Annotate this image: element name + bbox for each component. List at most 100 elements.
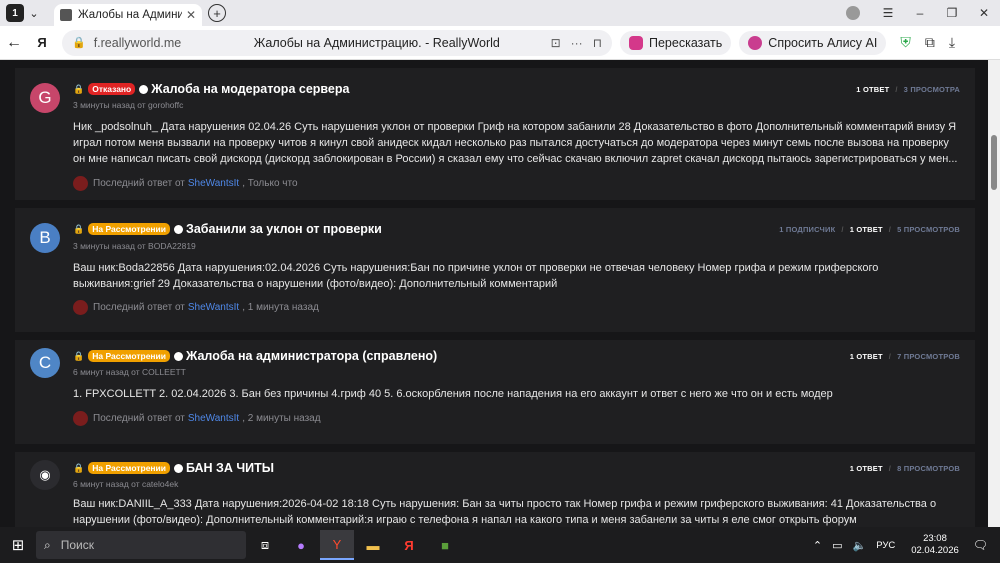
topic-excerpt: Ваш ник:DANIIL_A_333 Дата нарушения:2026…: [73, 498, 937, 526]
search-icon: ⌕: [44, 537, 51, 552]
maximize-icon[interactable]: ❐: [936, 6, 968, 20]
topic-meta: 3 минуты назад от gorohoffc: [73, 100, 184, 110]
search-placeholder: Поиск: [60, 538, 94, 552]
user-avatar[interactable]: [73, 176, 88, 191]
back-arrow-icon[interactable]: ←: [0, 34, 28, 52]
lock-icon[interactable]: 🔒: [72, 36, 86, 49]
file-explorer-icon[interactable]: ▬: [356, 530, 390, 560]
status-dot-icon: [174, 463, 184, 473]
more-icon[interactable]: ···: [571, 36, 583, 50]
topic-headline: 🔒 На Рассмотрении Жалоба на администрато…: [73, 349, 437, 363]
clock[interactable]: 23:08 02.04.2026: [911, 533, 959, 557]
avatar[interactable]: G: [30, 83, 60, 113]
topic-headline: 🔒 На Рассмотрении Забанили за уклон от п…: [73, 222, 382, 236]
topic-meta: 3 минуты назад от BODA22819: [73, 241, 196, 251]
last-reply-user[interactable]: SheWantsIt: [188, 178, 239, 189]
address-bar[interactable]: 🔒 f.reallyworld.me Жалобы на Администрац…: [62, 29, 612, 56]
retell-label: Пересказать: [649, 35, 723, 50]
reply-count: 1 ОТВЕТ: [849, 464, 883, 473]
close-window-icon[interactable]: ✕: [968, 6, 1000, 20]
topic-row[interactable]: G 🔒 Отказано Жалоба на модератора сервер…: [15, 68, 975, 200]
status-dot-icon: [139, 84, 149, 94]
last-reply-prefix: Последний ответ от: [93, 178, 185, 189]
chevron-up-icon[interactable]: ⌃: [813, 539, 822, 552]
topic-title[interactable]: Забанили за уклон от проверки: [186, 222, 382, 236]
view-count: 5 ПРОСМОТРОВ: [897, 225, 960, 234]
status-badge: Отказано: [88, 83, 136, 95]
window-controls: ☰ – ❐ ✕: [846, 0, 1000, 26]
shield-icon[interactable]: ⛨: [900, 34, 911, 51]
reply-count: 1 ОТВЕТ: [849, 352, 883, 361]
close-tab-icon[interactable]: ✕: [186, 8, 196, 22]
tab-count-badge[interactable]: 1: [6, 4, 24, 22]
topic-headline: 🔒 Отказано Жалоба на модератора сервера: [73, 82, 349, 96]
stats-separator: /: [888, 352, 892, 361]
page-scrollbar[interactable]: [988, 60, 1000, 527]
topic-title[interactable]: Жалоба на модератора сервера: [151, 82, 349, 96]
extensions-icon[interactable]: ⧉: [925, 34, 935, 51]
new-tab-button[interactable]: +: [208, 4, 226, 22]
taskbar-search[interactable]: ⌕ Поиск: [36, 531, 246, 559]
minimize-icon[interactable]: –: [904, 6, 936, 20]
chevron-down-icon[interactable]: ⌄: [24, 4, 44, 22]
translate-icon[interactable]: ⊡: [551, 36, 561, 50]
topic-title[interactable]: БАН ЗА ЧИТЫ: [186, 461, 274, 475]
reply-count: 1 ОТВЕТ: [849, 225, 883, 234]
volume-icon[interactable]: 🔈: [852, 539, 866, 552]
topic-stats: 1 ПОДПИСЧИК / 1 ОТВЕТ / 5 ПРОСМОТРОВ: [779, 225, 960, 234]
status-dot-icon: [174, 351, 184, 361]
topic-row[interactable]: ◉ 🔒 На Рассмотрении БАН ЗА ЧИТЫ 6 минут …: [15, 452, 975, 527]
windows-start-icon[interactable]: ⊞: [0, 536, 36, 554]
status-badge: На Рассмотрении: [88, 350, 171, 362]
menu-icon[interactable]: ☰: [872, 6, 904, 20]
topic-title[interactable]: Жалоба на администратора (справлено): [186, 349, 437, 363]
site-favicon-icon: [60, 9, 72, 21]
task-view-icon[interactable]: ⧈: [248, 530, 282, 560]
last-reply-user[interactable]: SheWantsIt: [188, 413, 239, 424]
view-count: 8 ПРОСМОТРОВ: [897, 464, 960, 473]
download-icon[interactable]: ⤓: [949, 34, 955, 51]
profile-avatar[interactable]: [846, 6, 860, 20]
tab-title: Жалобы на Администрацию.: [78, 9, 182, 21]
network-icon[interactable]: ▭: [832, 539, 842, 552]
address-toolbar: ← Я 🔒 f.reallyworld.me Жалобы на Админис…: [0, 26, 1000, 60]
alice-icon: [748, 35, 763, 50]
last-reply-time: , Только что: [242, 178, 298, 189]
status-badge: На Рассмотрении: [88, 223, 171, 235]
topic-row[interactable]: C 🔒 На Рассмотрении Жалоба на администра…: [15, 340, 975, 444]
system-tray: ⌃ ▭ 🔈 РУС 23:08 02.04.2026 🗨: [813, 527, 1000, 563]
stats-separator: /: [888, 225, 892, 234]
browser-tab[interactable]: Жалобы на Администрацию. ✕: [54, 4, 202, 26]
subscriber-count: 1 ПОДПИСЧИК: [779, 225, 836, 234]
url-host: f.reallyworld.me: [93, 35, 182, 50]
stats-separator: /: [888, 464, 892, 473]
topic-stats: 1 ОТВЕТ / 8 ПРОСМОТРОВ: [850, 464, 960, 473]
yandex-app-icon[interactable]: Я: [392, 530, 426, 560]
minecraft-app-icon[interactable]: ■: [428, 530, 462, 560]
last-reply-user[interactable]: SheWantsIt: [188, 302, 239, 313]
ask-alice-button[interactable]: Спросить Алису AI: [739, 30, 887, 55]
lang-indicator[interactable]: РУС: [876, 540, 895, 551]
page-title: Жалобы на Администрацию. - ReallyWorld: [253, 35, 500, 50]
topic-excerpt: 1. FPXCOLLETT 2. 02.04.2026 3. Бан без п…: [73, 388, 833, 400]
scrollbar-thumb[interactable]: [991, 135, 997, 190]
clock-time: 23:08: [923, 533, 947, 544]
bookmark-icon[interactable]: ⊓: [593, 36, 602, 50]
yandex-logo-icon[interactable]: Я: [28, 35, 56, 50]
yandex-browser-app-icon[interactable]: Y: [320, 530, 354, 560]
avatar[interactable]: B: [30, 223, 60, 253]
notifications-icon[interactable]: 🗨: [973, 538, 988, 552]
topic-row[interactable]: B 🔒 На Рассмотрении Забанили за уклон от…: [15, 208, 975, 332]
avatar[interactable]: C: [30, 348, 60, 378]
last-reply: Последний ответ от SheWantsIt , 1 минута…: [73, 300, 319, 315]
view-count: 7 ПРОСМОТРОВ: [897, 352, 960, 361]
user-avatar[interactable]: [73, 411, 88, 426]
stats-separator: /: [841, 225, 844, 234]
topic-meta: 6 минут назад от COLLEETT: [73, 367, 186, 377]
discord-avatar-icon[interactable]: ◉: [30, 460, 60, 490]
view-count: 3 ПРОСМОТРА: [903, 85, 960, 94]
topic-excerpt: Ваш ник:Boda22856 Дата нарушения:02.04.2…: [73, 262, 879, 290]
user-avatar[interactable]: [73, 300, 88, 315]
alice-app-icon[interactable]: ●: [284, 530, 318, 560]
retell-button[interactable]: Пересказать: [620, 30, 732, 55]
